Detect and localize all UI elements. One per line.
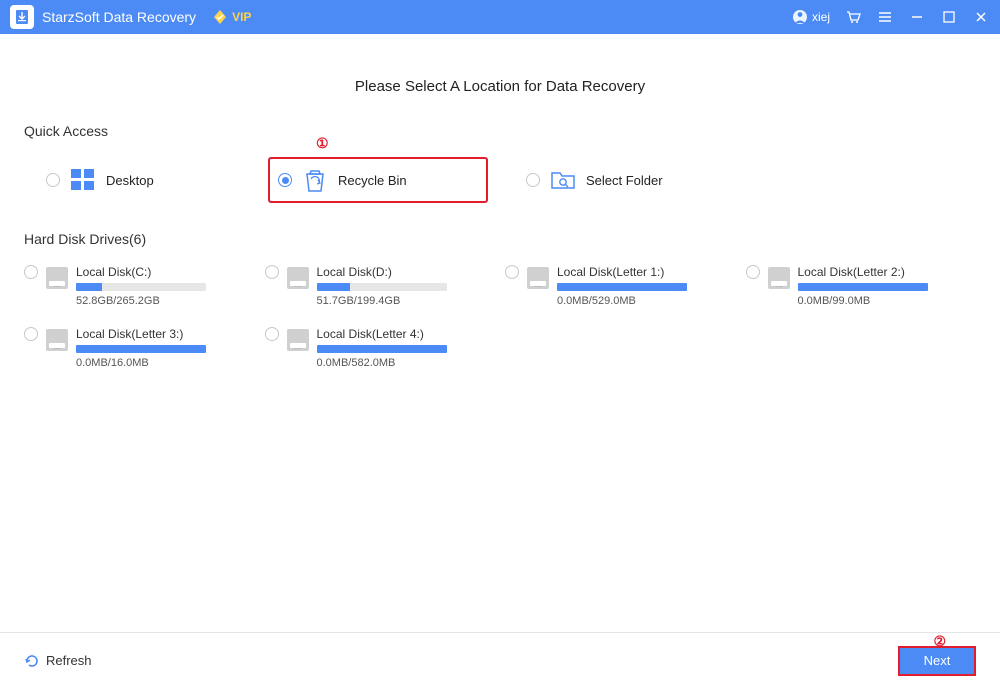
desktop-label: Desktop	[106, 173, 154, 188]
drive-progress	[557, 283, 687, 291]
drive-icon	[46, 267, 68, 289]
user-icon	[792, 9, 808, 25]
radio-drive[interactable]	[24, 327, 38, 341]
drive-icon	[527, 267, 549, 289]
next-label: Next	[924, 653, 951, 668]
drive-item[interactable]: Local Disk(D:) 51.7GB/199.4GB	[265, 265, 496, 307]
drive-item[interactable]: Local Disk(Letter 3:) 0.0MB/16.0MB	[24, 327, 255, 369]
vip-label: VIP	[232, 10, 251, 24]
drive-icon	[287, 329, 309, 351]
drive-progress	[317, 283, 447, 291]
drive-size: 0.0MB/529.0MB	[557, 295, 736, 307]
minimize-icon	[910, 10, 924, 24]
footer: Refresh ② Next	[0, 632, 1000, 688]
vip-badge: VIP	[212, 9, 251, 25]
drive-progress	[798, 283, 928, 291]
radio-drive[interactable]	[265, 265, 279, 279]
radio-drive[interactable]	[265, 327, 279, 341]
drive-size: 0.0MB/16.0MB	[76, 357, 255, 369]
drive-name: Local Disk(Letter 2:)	[798, 265, 977, 279]
radio-select-folder[interactable]	[526, 173, 540, 187]
maximize-button[interactable]	[940, 8, 958, 26]
drive-progress	[76, 283, 206, 291]
menu-icon	[877, 9, 893, 25]
maximize-icon	[942, 10, 956, 24]
drive-progress	[317, 345, 447, 353]
select-folder-icon	[548, 165, 578, 195]
radio-desktop[interactable]	[46, 173, 60, 187]
quick-access-title: Quick Access	[24, 123, 976, 139]
drive-item[interactable]: Local Disk(Letter 2:) 0.0MB/99.0MB	[746, 265, 977, 307]
drive-icon	[287, 267, 309, 289]
page-headline: Please Select A Location for Data Recove…	[24, 78, 976, 95]
drive-size: 51.7GB/199.4GB	[317, 295, 496, 307]
drive-progress	[76, 345, 206, 353]
drive-size: 52.8GB/265.2GB	[76, 295, 255, 307]
radio-drive[interactable]	[505, 265, 519, 279]
drive-name: Local Disk(Letter 4:)	[317, 327, 496, 341]
main-content: Please Select A Location for Data Recove…	[0, 34, 1000, 369]
drive-size: 0.0MB/99.0MB	[798, 295, 977, 307]
recycle-bin-label: Recycle Bin	[338, 173, 407, 188]
radio-drive[interactable]	[746, 265, 760, 279]
radio-recycle-bin[interactable]	[278, 173, 292, 187]
refresh-button[interactable]: Refresh	[24, 653, 92, 669]
drive-name: Local Disk(Letter 3:)	[76, 327, 255, 341]
quick-item-recycle-bin[interactable]: Recycle Bin	[268, 157, 488, 203]
minimize-button[interactable]	[908, 8, 926, 26]
quick-item-desktop[interactable]: Desktop	[38, 157, 258, 203]
username: xiej	[812, 10, 830, 24]
desktop-icon	[68, 165, 98, 195]
cart-button[interactable]	[844, 8, 862, 26]
close-icon	[974, 10, 988, 24]
quick-access-row: ① Desktop Recycle Bin Select Folder	[24, 157, 976, 203]
drive-grid: Local Disk(C:) 52.8GB/265.2GB Local Disk…	[24, 265, 976, 369]
drive-name: Local Disk(C:)	[76, 265, 255, 279]
drive-item[interactable]: Local Disk(Letter 4:) 0.0MB/582.0MB	[265, 327, 496, 369]
drives-title: Hard Disk Drives(6)	[24, 231, 976, 247]
drive-icon	[768, 267, 790, 289]
cart-icon	[845, 9, 861, 25]
select-folder-label: Select Folder	[586, 173, 663, 188]
quick-item-select-folder[interactable]: Select Folder	[518, 157, 738, 203]
menu-button[interactable]	[876, 8, 894, 26]
drive-item[interactable]: Local Disk(Letter 1:) 0.0MB/529.0MB	[505, 265, 736, 307]
app-logo	[10, 5, 34, 29]
app-title: StarzSoft Data Recovery	[42, 9, 196, 25]
drive-icon	[46, 329, 68, 351]
refresh-label: Refresh	[46, 653, 92, 668]
close-button[interactable]	[972, 8, 990, 26]
drive-size: 0.0MB/582.0MB	[317, 357, 496, 369]
recycle-bin-icon	[300, 165, 330, 195]
drive-name: Local Disk(Letter 1:)	[557, 265, 736, 279]
user-badge[interactable]: xiej	[792, 9, 830, 25]
refresh-icon	[24, 653, 40, 669]
drive-item[interactable]: Local Disk(C:) 52.8GB/265.2GB	[24, 265, 255, 307]
titlebar: StarzSoft Data Recovery VIP xiej	[0, 0, 1000, 34]
radio-drive[interactable]	[24, 265, 38, 279]
next-button[interactable]: Next	[898, 646, 976, 676]
callout-1: ①	[316, 135, 329, 152]
drive-name: Local Disk(D:)	[317, 265, 496, 279]
